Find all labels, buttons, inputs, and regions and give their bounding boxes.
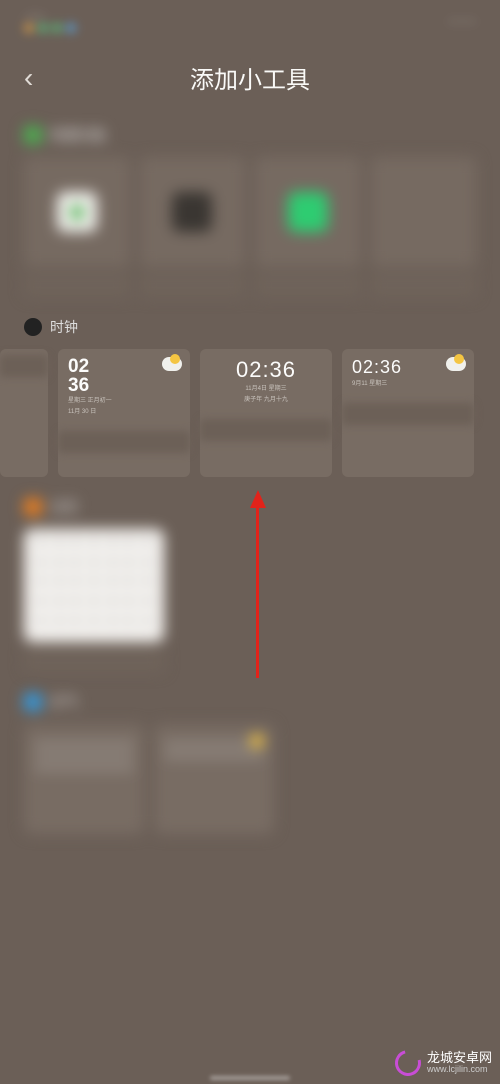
weather-icon <box>446 357 466 371</box>
watermark-brand: 龙城安卓网 <box>427 1051 492 1065</box>
section-weather: 天气 <box>0 692 500 834</box>
clock-widget-weather[interactable]: 02:36 9月11 星期三 <box>342 349 474 477</box>
widget-card[interactable] <box>24 157 130 297</box>
weather-widget[interactable] <box>24 724 144 834</box>
time-display: 02:36 <box>210 357 322 383</box>
widget-card[interactable] <box>371 157 477 297</box>
time-sub2: 庚子年 九月十九 <box>210 397 322 405</box>
clock-icon <box>24 318 42 336</box>
time-sub: 9月11 星期三 <box>352 381 464 389</box>
weather-icon <box>162 357 182 371</box>
watermark: 龙城安卓网 www.lcjilin.com <box>395 1050 492 1076</box>
calendar-icon <box>24 498 42 516</box>
watermark-icon <box>390 1045 426 1081</box>
time-minutes: 36 <box>68 376 180 395</box>
clock-widget-partial[interactable] <box>0 349 48 477</box>
page-title: 添加小工具 <box>54 60 446 95</box>
status-time: ··:·· <box>24 7 76 33</box>
section-quick: 快捷功能 <box>0 125 500 297</box>
section-weather-title: 天气 <box>50 692 78 712</box>
clock-widget-center[interactable]: 02:36 11月4日 星期三 庚子年 九月十九 <box>200 349 332 477</box>
status-bar: ··:·· ······ <box>0 0 500 40</box>
time-sub2: 11月 30 日 <box>68 409 180 417</box>
weather-section-icon <box>24 693 42 711</box>
widget-card[interactable] <box>255 157 361 297</box>
page-header: ‹ 添加小工具 <box>0 40 500 125</box>
status-indicators: ······ <box>448 12 476 28</box>
section-clock-title: 时钟 <box>50 317 78 337</box>
time-sub1: 11月4日 星期三 <box>210 386 322 394</box>
time-sub1: 星期三 正月初一 <box>68 398 180 406</box>
weather-widget[interactable] <box>154 724 274 834</box>
section-quick-title: 快捷功能 <box>50 125 106 145</box>
section-quick-icon <box>24 126 42 144</box>
watermark-url: www.lcjilin.com <box>427 1065 492 1075</box>
section-calendar-title: 日历 <box>50 497 78 517</box>
section-calendar: 日历 <box>0 497 500 672</box>
section-clock: 时钟 02 36 星期三 正月初一 11月 30 日 02:36 11月4日 星… <box>0 317 500 477</box>
calendar-widget[interactable] <box>24 529 164 642</box>
widget-card[interactable] <box>140 157 246 297</box>
back-button[interactable]: ‹ <box>24 62 54 94</box>
home-indicator <box>210 1076 290 1080</box>
clock-widget-stacked[interactable]: 02 36 星期三 正月初一 11月 30 日 <box>58 349 190 477</box>
